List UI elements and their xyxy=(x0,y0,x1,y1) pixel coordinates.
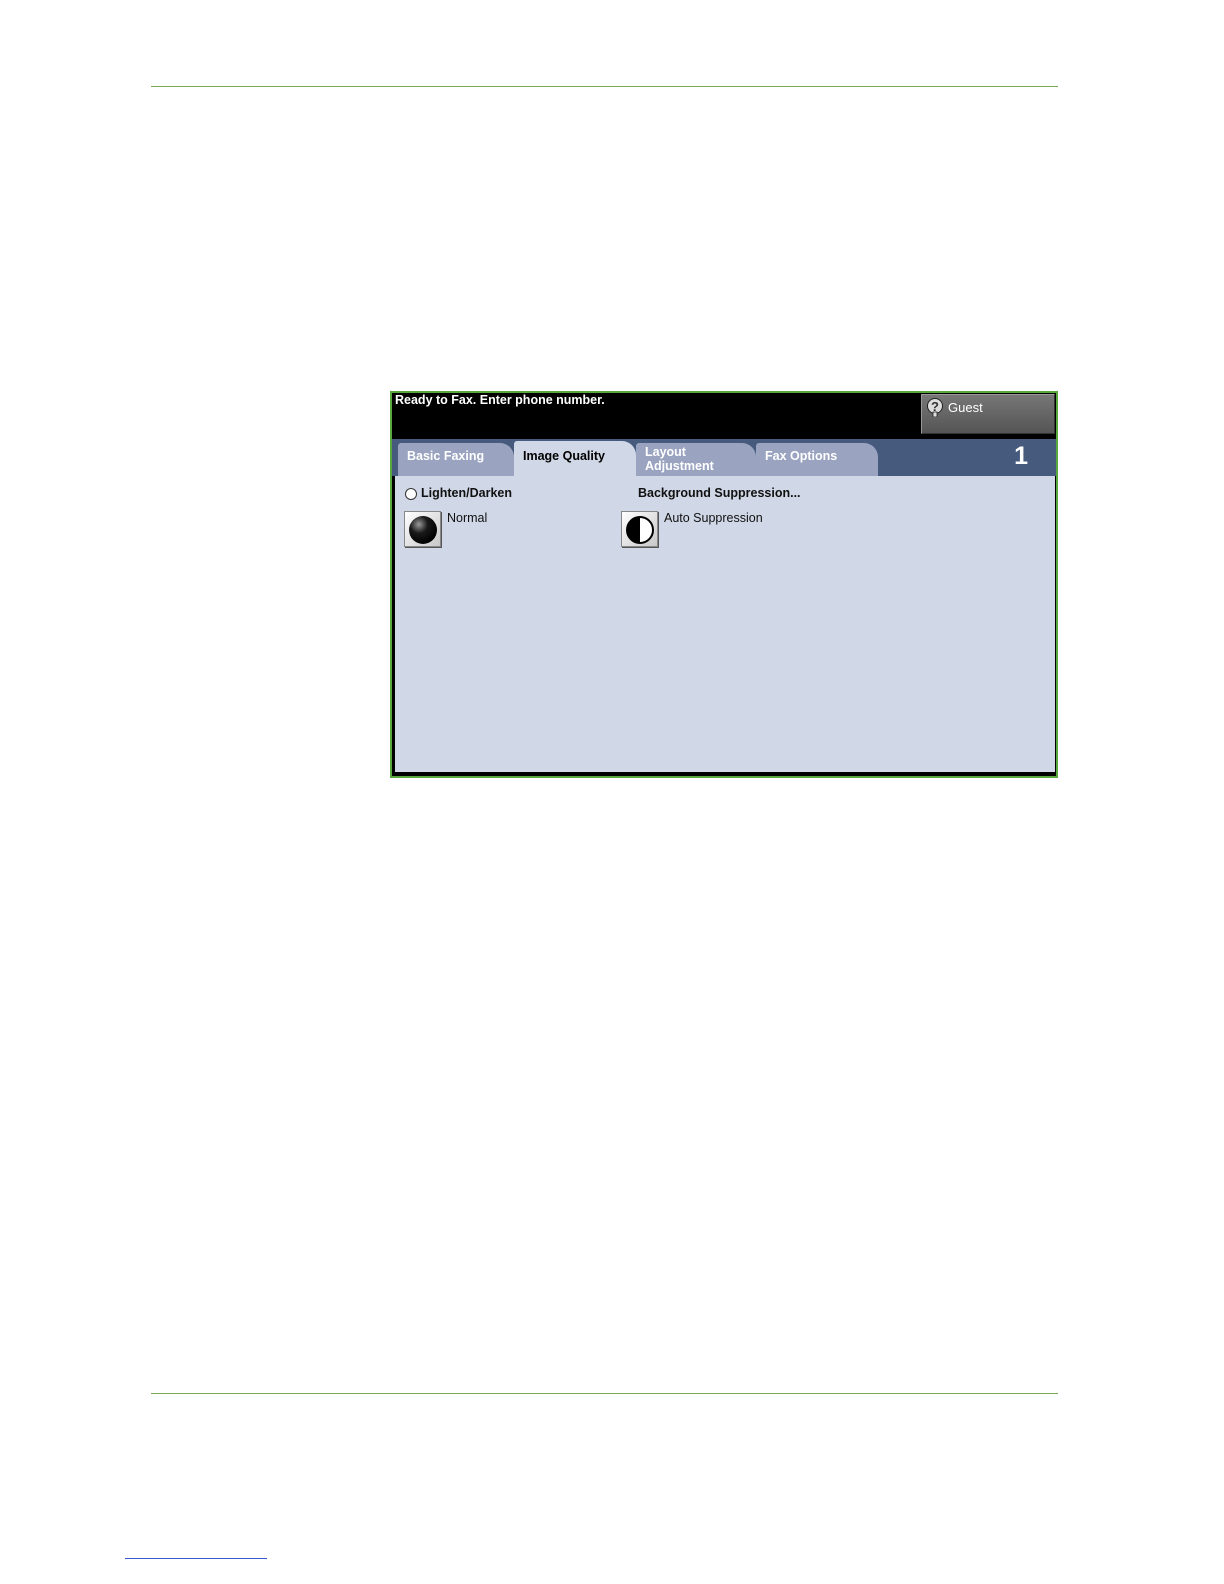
page-number: 1 xyxy=(1014,442,1028,470)
half-contrast-circle-icon xyxy=(626,516,654,544)
lighten-darken-radio[interactable] xyxy=(405,488,417,500)
guest-label: Guest xyxy=(948,400,983,415)
page-bottom-rule xyxy=(151,1393,1058,1394)
lighten-darken-value: Normal xyxy=(447,511,488,525)
tab-layout-adjustment[interactable]: Layout Adjustment xyxy=(636,443,756,476)
tab-fax-options[interactable]: Fax Options xyxy=(756,443,878,476)
background-suppression-title: Background Suppression... xyxy=(638,486,801,500)
help-key-icon: ? xyxy=(927,398,943,417)
lighten-darken-button[interactable] xyxy=(404,511,441,547)
tab-bar: Basic Faxing Image Quality Layout Adjust… xyxy=(392,439,1056,476)
background-suppression-button[interactable] xyxy=(621,511,658,547)
background-suppression-value: Auto Suppression xyxy=(664,511,763,525)
tab-basic-faxing[interactable]: Basic Faxing xyxy=(398,443,514,476)
page-top-rule xyxy=(151,86,1058,87)
status-bar: Ready to Fax. Enter phone number. ? Gues… xyxy=(392,393,1056,439)
status-message: Ready to Fax. Enter phone number. xyxy=(395,393,605,407)
tab-image-quality[interactable]: Image Quality xyxy=(514,441,636,476)
lighten-darken-title: Lighten/Darken xyxy=(421,486,512,500)
fax-touch-screen: Ready to Fax. Enter phone number. ? Gues… xyxy=(390,391,1058,778)
guest-login-button[interactable]: ? Guest xyxy=(921,394,1055,434)
image-quality-panel: Lighten/Darken Background Suppression...… xyxy=(395,476,1055,772)
footnote-link-underline xyxy=(125,1558,267,1559)
dark-sphere-icon xyxy=(409,516,437,544)
